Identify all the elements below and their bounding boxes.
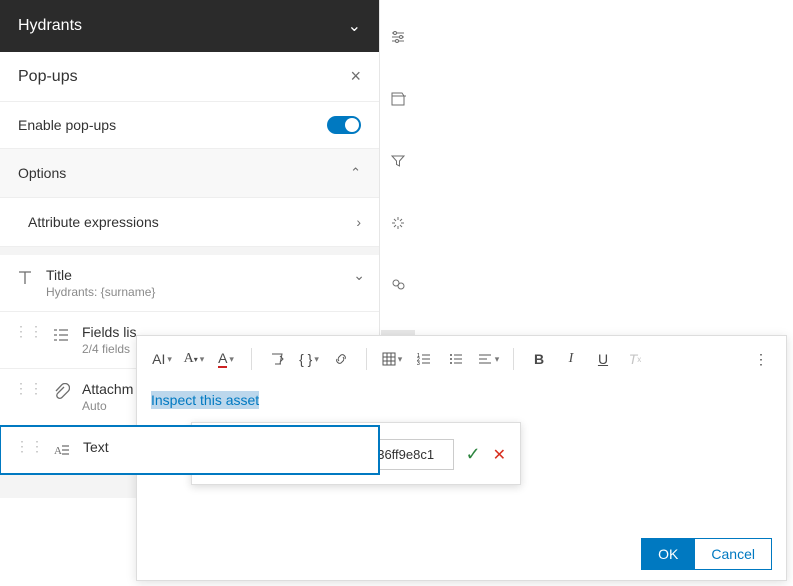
divider [513, 348, 514, 370]
link-button[interactable] [328, 346, 354, 372]
code-button[interactable]: { }▾ [296, 346, 322, 372]
layer-header[interactable]: Hydrants ⌄ [0, 0, 379, 52]
cluster-icon[interactable] [381, 268, 415, 302]
attachment-icon [50, 381, 72, 403]
title-sub: Hydrants: {surname} [46, 285, 155, 299]
drag-handle-icon[interactable]: ⋮⋮ [15, 439, 45, 453]
ok-button[interactable]: OK [641, 538, 695, 570]
attr-expr-label: Attribute expressions [28, 214, 159, 230]
enable-popups-row: Enable pop-ups [0, 102, 379, 149]
chevron-right-icon: › [356, 214, 361, 230]
title-icon [14, 267, 36, 289]
close-icon[interactable]: × [350, 66, 361, 87]
options-label: Options [18, 165, 66, 181]
italic-button[interactable]: I [558, 346, 584, 372]
numbered-list-button[interactable]: 123 [411, 346, 437, 372]
font-style-button[interactable]: A▾▾ [181, 346, 207, 372]
bullet-list-button[interactable] [443, 346, 469, 372]
cancel-link-button[interactable]: ✕ [493, 445, 506, 465]
enable-popups-label: Enable pop-ups [18, 117, 116, 133]
table-button[interactable]: ▾ [379, 346, 405, 372]
fields-sub: 2/4 fields [82, 342, 136, 356]
element-text[interactable]: ⋮⋮ A Text [0, 425, 380, 475]
chevron-up-icon: ⌃ [350, 165, 361, 181]
divider [366, 348, 367, 370]
clear-format-button[interactable] [264, 346, 290, 372]
divider [251, 348, 252, 370]
fields-icon [50, 324, 72, 346]
svg-text:3: 3 [417, 361, 420, 367]
align-button[interactable]: ▾ [475, 346, 501, 372]
fields-label: Fields lis [82, 324, 136, 340]
panel-title: Pop-ups [18, 68, 78, 86]
text-label: Text [83, 439, 109, 455]
cancel-button[interactable]: Cancel [695, 538, 772, 570]
filter-icon[interactable] [381, 144, 415, 178]
title-label: Title [46, 267, 155, 283]
drag-handle-icon[interactable]: ⋮⋮ [14, 324, 44, 338]
text-icon: A [51, 439, 73, 461]
element-title[interactable]: Title Hydrants: {surname} ⌄ [0, 255, 379, 312]
editor-toolbar: AI▾ A▾▾ A▾ { }▾ ▾ 123 ▾ B I U Tx ⋮ [137, 336, 786, 382]
layer-name: Hydrants [18, 17, 82, 35]
font-color-button[interactable]: A▾ [213, 346, 239, 372]
bold-button[interactable]: B [526, 346, 552, 372]
font-size-button[interactable]: AI▾ [149, 346, 175, 372]
selected-text: Inspect this asset [151, 391, 259, 409]
attach-label: Attachm [82, 381, 133, 397]
attach-sub: Auto [82, 399, 133, 413]
options-section[interactable]: Options ⌃ [0, 149, 379, 198]
effects-icon[interactable] [381, 206, 415, 240]
chevron-down-icon: ⌄ [353, 267, 365, 284]
confirm-link-button[interactable]: ✓ [466, 444, 481, 465]
enable-popups-toggle[interactable] [327, 116, 361, 134]
settings-icon[interactable] [381, 20, 415, 54]
svg-text:A: A [54, 445, 62, 457]
layer-icon[interactable] [381, 82, 415, 116]
more-button[interactable]: ⋮ [748, 346, 774, 372]
dialog-footer: OK Cancel [137, 528, 786, 580]
strikethrough-button[interactable]: Tx [622, 346, 648, 372]
popups-header-row: Pop-ups × [0, 52, 379, 102]
chevron-down-icon: ⌄ [348, 16, 361, 36]
underline-button[interactable]: U [590, 346, 616, 372]
attribute-expressions-row[interactable]: Attribute expressions › [0, 198, 379, 247]
drag-handle-icon[interactable]: ⋮⋮ [14, 381, 44, 395]
